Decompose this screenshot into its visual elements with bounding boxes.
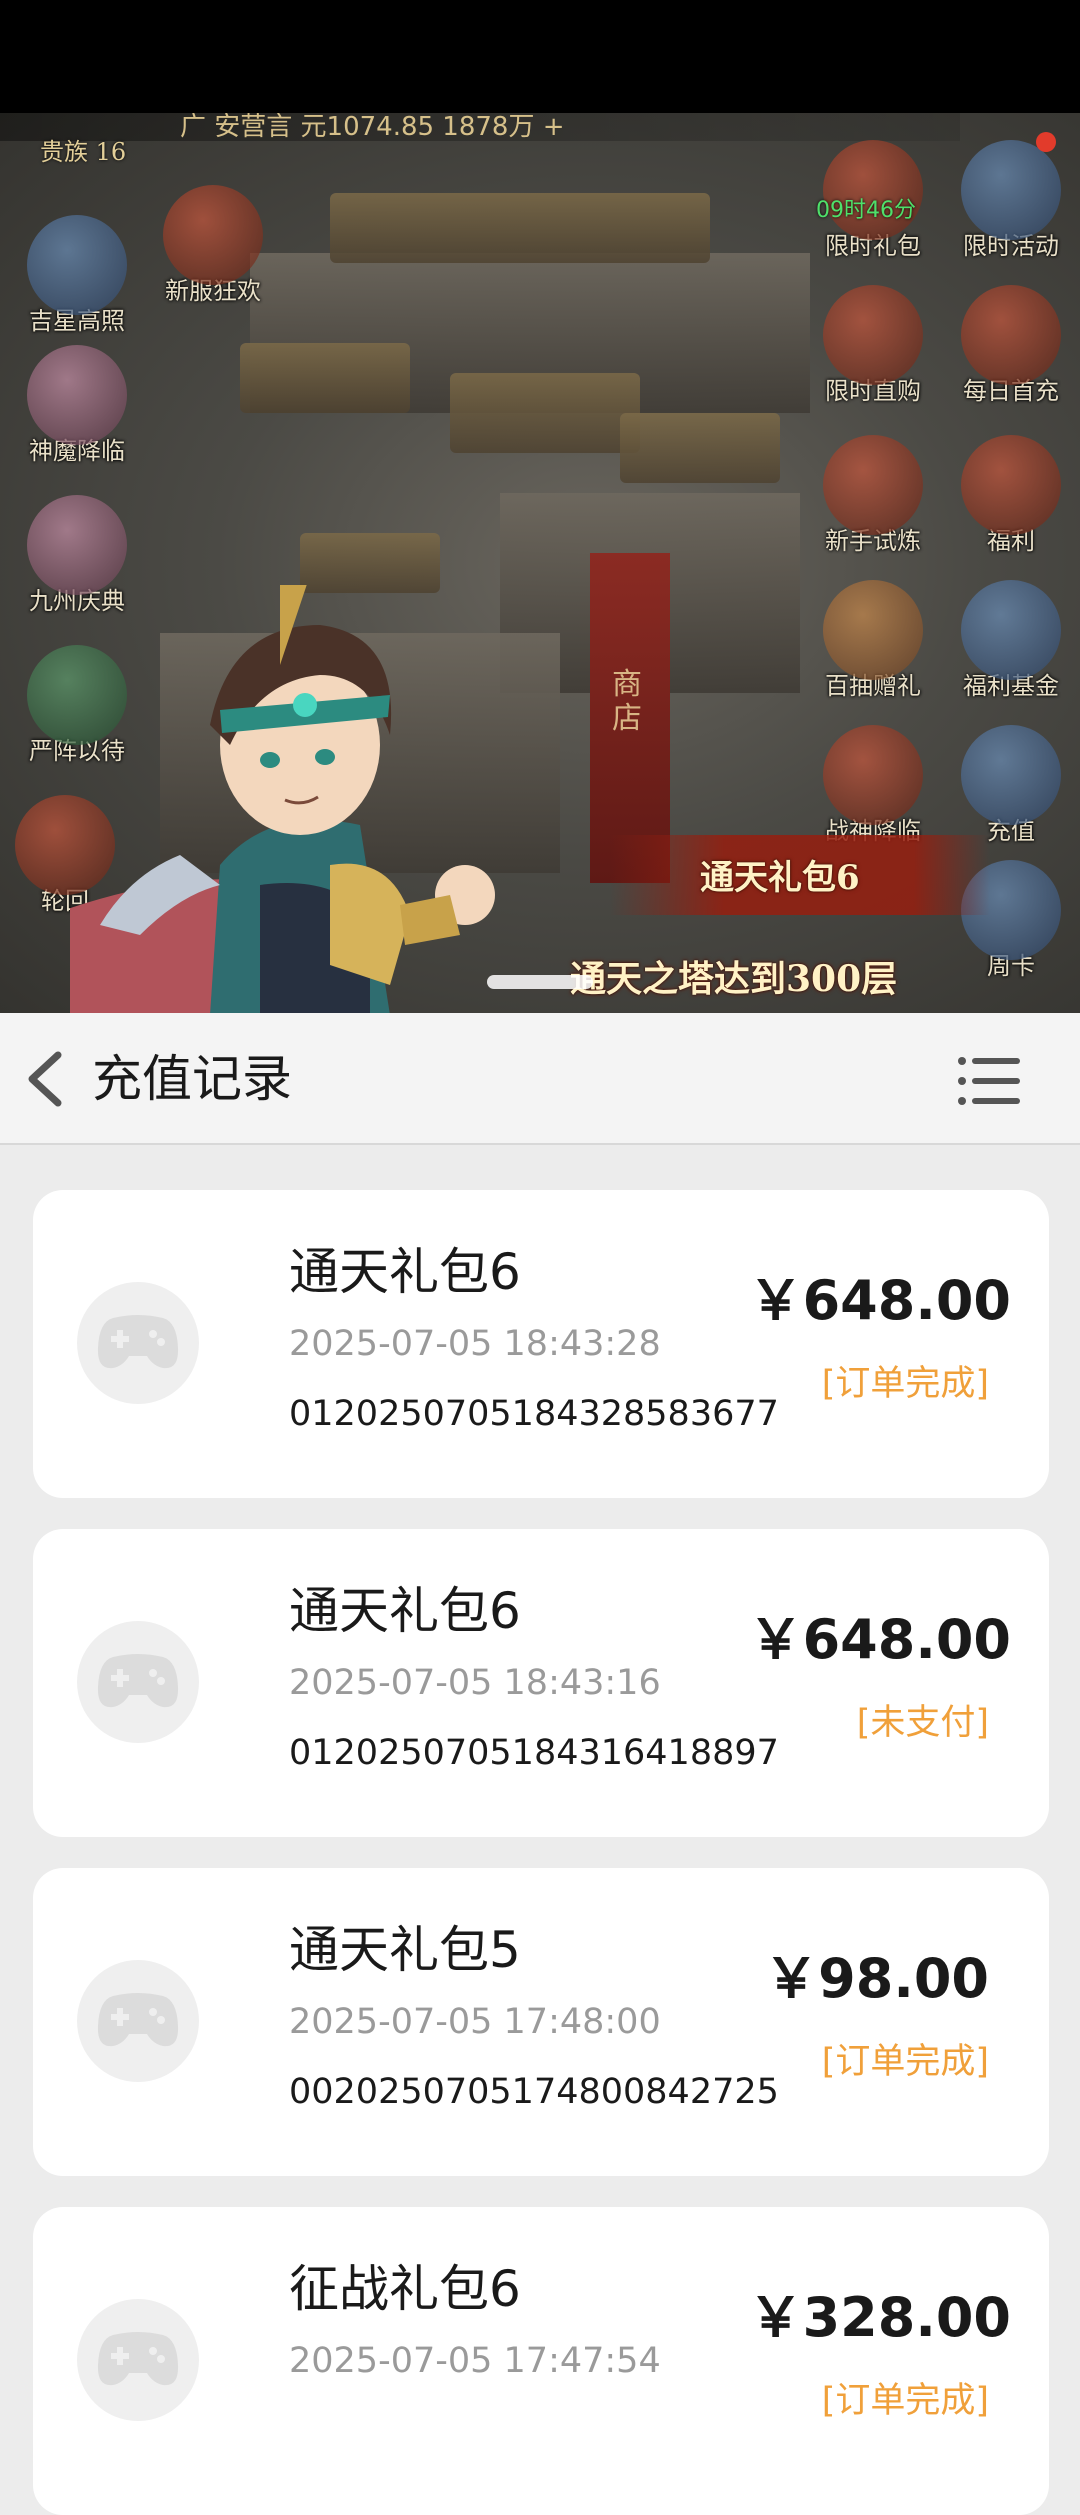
- order-status: [订单完成]: [821, 1364, 989, 1404]
- hero-character-illustration: [70, 585, 495, 1015]
- order-status: [未支付]: [856, 1703, 989, 1743]
- hundred-draw-gift-button[interactable]: 百抽赠礼: [818, 580, 928, 701]
- novice-trial-button[interactable]: 新手试炼: [818, 435, 928, 556]
- back-button[interactable]: [18, 1049, 74, 1109]
- promo-subtitle: 通天之塔达到300层: [570, 958, 898, 1000]
- limited-event-button[interactable]: 限时活动: [956, 140, 1066, 261]
- god-demon-button[interactable]: 神魔降临: [22, 345, 132, 466]
- noble-level-badge[interactable]: 贵族 16: [40, 132, 126, 167]
- order-id: 0120250705184316418897: [289, 1733, 779, 1773]
- welfare-fund-icon: [961, 580, 1061, 680]
- order-time: 2025-07-05 17:47:54: [289, 2341, 661, 2381]
- product-name: 通天礼包5: [289, 1921, 521, 1979]
- product-thumbnail: [77, 1960, 199, 2082]
- product-name: 征战礼包6: [289, 2260, 521, 2318]
- novice-trial-icon: [823, 435, 923, 535]
- record-card[interactable]: 征战礼包6 2025-07-05 17:47:54 ￥328.00 [订单完成]: [33, 2207, 1049, 2515]
- welfare-icon: [961, 435, 1061, 535]
- limited-purchase-button[interactable]: 限时直购: [818, 285, 928, 406]
- daily-first-charge-icon: [961, 285, 1061, 385]
- daily-first-charge-button[interactable]: 每日首充: [956, 285, 1066, 406]
- god-demon-icon: [27, 345, 127, 445]
- order-price: ￥328.00: [748, 2286, 1011, 2349]
- order-time: 2025-07-05 18:43:28: [289, 1324, 661, 1364]
- promo-title: 通天礼包6: [700, 858, 860, 898]
- new-server-carnival-icon: [163, 185, 263, 285]
- gamepad-icon: [97, 1315, 179, 1369]
- product-name: 通天礼包6: [289, 1243, 521, 1301]
- product-thumbnail: [77, 1282, 199, 1404]
- gift-timer: 09时46分: [816, 198, 916, 223]
- lucky-star-button[interactable]: 吉星高照: [22, 215, 132, 336]
- gamepad-icon: [97, 1654, 179, 1708]
- home-indicator[interactable]: [487, 975, 593, 989]
- limited-event-icon: [961, 140, 1061, 240]
- record-card[interactable]: 通天礼包6 2025-07-05 18:43:16 01202507051843…: [33, 1529, 1049, 1837]
- product-name: 通天礼包6: [289, 1582, 521, 1640]
- order-id: 0020250705174800842725: [289, 2072, 779, 2112]
- page-title: 充值记录: [92, 1050, 292, 1108]
- list-icon: [958, 1057, 1020, 1105]
- order-id: 0120250705184328583677: [289, 1394, 779, 1434]
- new-server-carnival-button[interactable]: 新服狂欢: [158, 185, 268, 306]
- order-status: [订单完成]: [821, 2381, 989, 2421]
- order-status: [订单完成]: [821, 2042, 989, 2082]
- war-god-button[interactable]: 战神降临: [818, 725, 928, 846]
- menu-button[interactable]: [956, 1053, 1026, 1109]
- lucky-star-icon: [27, 215, 127, 315]
- order-price: ￥648.00: [748, 1608, 1011, 1671]
- record-card[interactable]: 通天礼包5 2025-07-05 17:48:00 00202507051748…: [33, 1868, 1049, 2176]
- recharge-record-panel: 充值记录 通天礼包6 2025-07-05 18:43:28 012025070…: [0, 1013, 1080, 2515]
- order-price: ￥648.00: [748, 1269, 1011, 1332]
- limited-gift-icon: [823, 140, 923, 240]
- panel-header: 充值记录: [0, 1013, 1080, 1145]
- notification-dot: [1036, 132, 1056, 152]
- record-card[interactable]: 通天礼包6 2025-07-05 18:43:28 01202507051843…: [33, 1190, 1049, 1498]
- order-time: 2025-07-05 17:48:00: [289, 2002, 661, 2042]
- recharge-button[interactable]: 充值: [956, 725, 1066, 846]
- limited-purchase-icon: [823, 285, 923, 385]
- war-god-icon: [823, 725, 923, 825]
- order-time: 2025-07-05 18:43:16: [289, 1663, 661, 1703]
- recharge-icon: [961, 725, 1061, 825]
- status-bar: [0, 0, 1080, 113]
- chevron-left-icon: [28, 1051, 62, 1107]
- resource-bar: 广 安营言 元1074.85 1878万 +: [0, 113, 960, 141]
- gamepad-icon: [97, 1993, 179, 2047]
- welfare-fund-button[interactable]: 福利基金: [956, 580, 1066, 701]
- product-thumbnail: [77, 1621, 199, 1743]
- product-thumbnail: [77, 2299, 199, 2421]
- gamepad-icon: [97, 2332, 179, 2386]
- celebration-icon: [27, 495, 127, 595]
- hundred-draw-gift-icon: [823, 580, 923, 680]
- order-price: ￥98.00: [764, 1947, 989, 2010]
- welfare-button[interactable]: 福利: [956, 435, 1066, 556]
